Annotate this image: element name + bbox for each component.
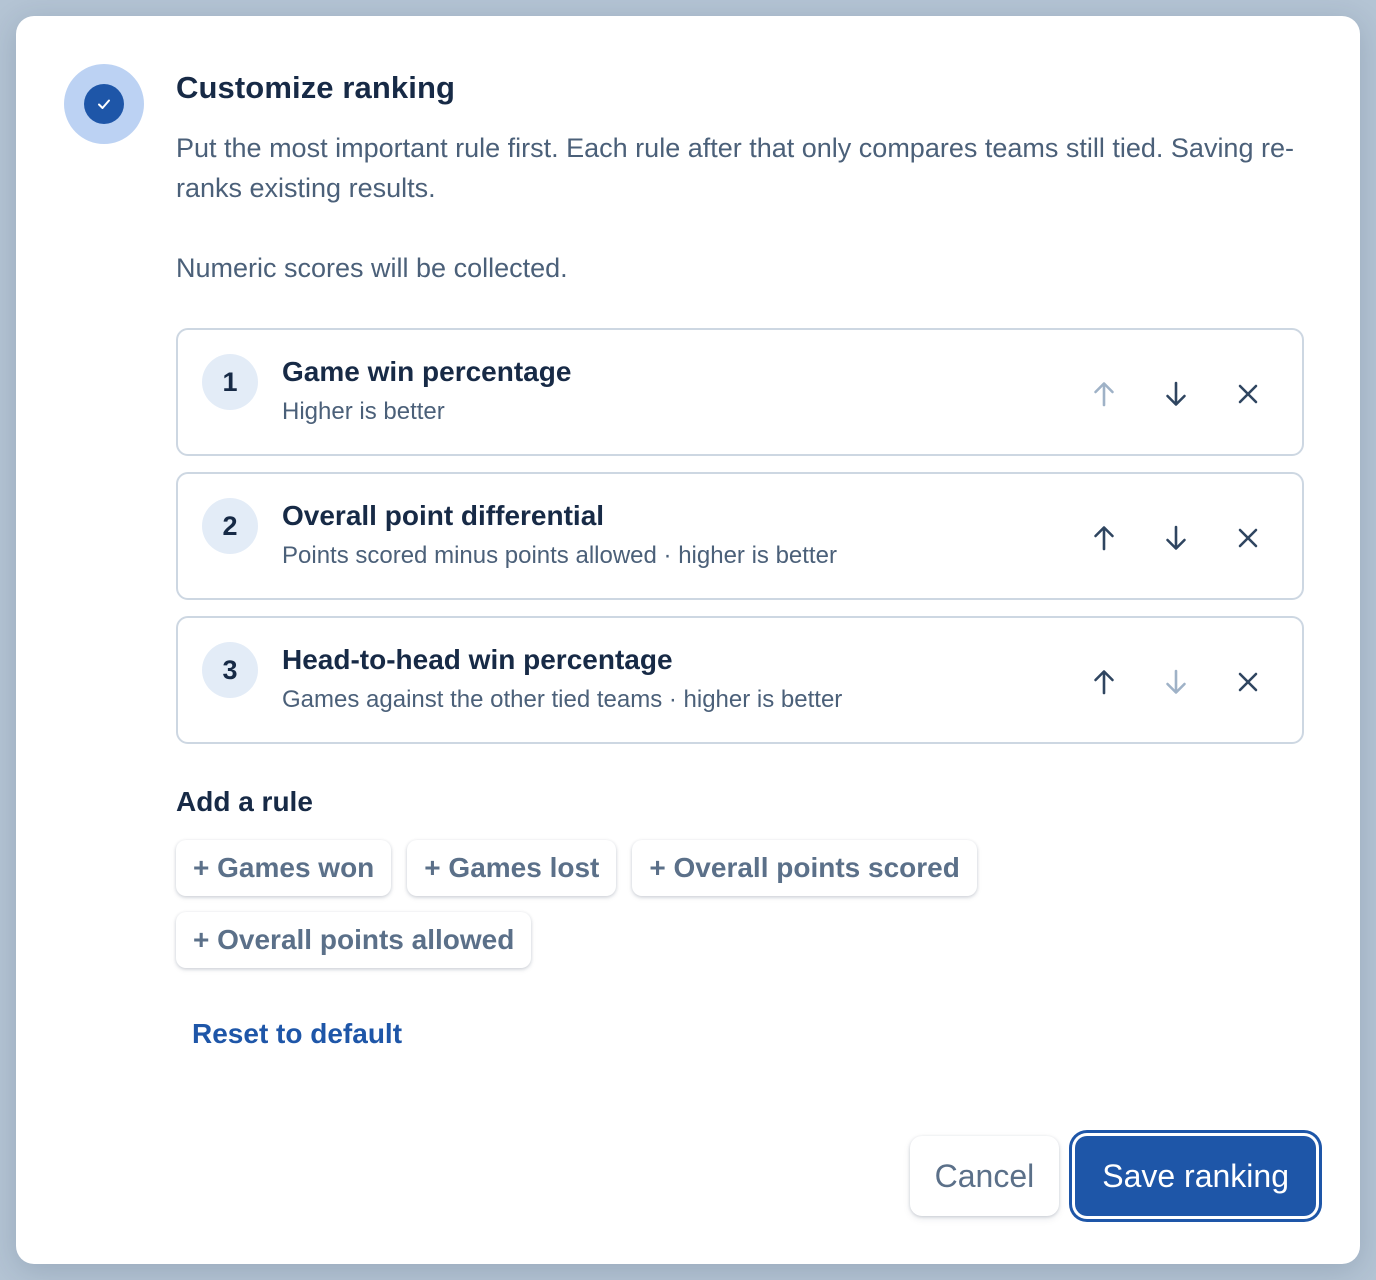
dialog-note: Numeric scores will be collected. bbox=[176, 253, 568, 283]
cancel-button[interactable]: Cancel bbox=[909, 1136, 1060, 1216]
rule-rank-number: 1 bbox=[202, 354, 258, 410]
move-down-button[interactable] bbox=[1148, 654, 1204, 710]
close-icon bbox=[1238, 528, 1258, 548]
arrow-up-icon bbox=[1094, 382, 1114, 407]
arrow-up-icon bbox=[1094, 670, 1114, 695]
rule-card: 2 Overall point differential Points scor… bbox=[176, 472, 1304, 600]
dialog-badge bbox=[64, 64, 144, 144]
add-overall-points-allowed-button[interactable]: + Overall points allowed bbox=[176, 912, 532, 968]
add-games-won-button[interactable]: + Games won bbox=[176, 840, 392, 896]
add-rule-heading: Add a rule bbox=[176, 786, 313, 817]
rule-subtitle: Games against the other tied teams · hig… bbox=[282, 686, 843, 713]
remove-rule-button[interactable] bbox=[1220, 510, 1276, 566]
move-down-button[interactable] bbox=[1148, 510, 1204, 566]
rule-subtitle: Higher is better bbox=[282, 398, 445, 425]
close-icon bbox=[1238, 384, 1258, 404]
rule-name: Overall point differential bbox=[282, 500, 605, 531]
rule-actions bbox=[1076, 366, 1276, 422]
dialog-title: Customize ranking bbox=[176, 70, 456, 105]
arrow-down-icon bbox=[1166, 525, 1186, 550]
customize-ranking-dialog: Customize ranking Put the most important… bbox=[16, 16, 1360, 1264]
add-overall-points-scored-button[interactable]: + Overall points scored bbox=[632, 840, 977, 896]
save-ranking-button[interactable]: Save ranking bbox=[1075, 1136, 1316, 1216]
rule-actions bbox=[1076, 510, 1276, 566]
reset-to-default-link[interactable]: Reset to default bbox=[192, 1018, 402, 1050]
rule-list: 1 Game win percentage Higher is better 2… bbox=[176, 328, 1304, 760]
checkmark-icon bbox=[84, 84, 124, 124]
move-down-button[interactable] bbox=[1148, 366, 1204, 422]
arrow-down-icon bbox=[1166, 669, 1186, 694]
dialog-footer: Cancel Save ranking bbox=[909, 1136, 1316, 1216]
rule-rank-number: 3 bbox=[202, 642, 258, 698]
add-games-lost-button[interactable]: + Games lost bbox=[407, 840, 617, 896]
arrow-down-icon bbox=[1166, 381, 1186, 406]
add-rule-options: + Games won + Games lost + Overall point… bbox=[176, 840, 1076, 968]
rule-card: 3 Head-to-head win percentage Games agai… bbox=[176, 616, 1304, 744]
move-up-button[interactable] bbox=[1076, 366, 1132, 422]
arrow-up-icon bbox=[1094, 526, 1114, 551]
close-icon bbox=[1238, 672, 1258, 692]
remove-rule-button[interactable] bbox=[1220, 366, 1276, 422]
remove-rule-button[interactable] bbox=[1220, 654, 1276, 710]
move-up-button[interactable] bbox=[1076, 510, 1132, 566]
rule-name: Head-to-head win percentage bbox=[282, 644, 673, 675]
move-up-button[interactable] bbox=[1076, 654, 1132, 710]
rule-card: 1 Game win percentage Higher is better bbox=[176, 328, 1304, 456]
rule-rank-number: 2 bbox=[202, 498, 258, 554]
dialog-description: Put the most important rule first. Each … bbox=[176, 133, 1294, 203]
rule-actions bbox=[1076, 654, 1276, 710]
rule-subtitle: Points scored minus points allowed · hig… bbox=[282, 542, 837, 569]
rule-name: Game win percentage bbox=[282, 356, 572, 387]
